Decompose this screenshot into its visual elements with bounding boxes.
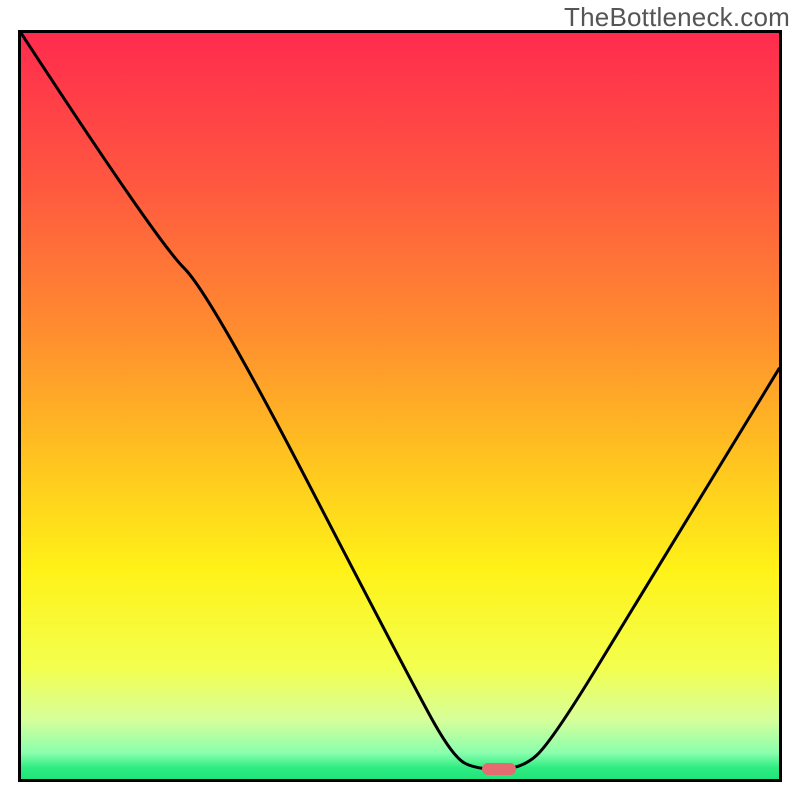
plot-area bbox=[18, 30, 782, 782]
bottleneck-curve bbox=[21, 33, 779, 779]
watermark-text: TheBottleneck.com bbox=[564, 2, 790, 33]
optimum-marker bbox=[482, 763, 516, 775]
chart-frame: TheBottleneck.com bbox=[0, 0, 800, 800]
